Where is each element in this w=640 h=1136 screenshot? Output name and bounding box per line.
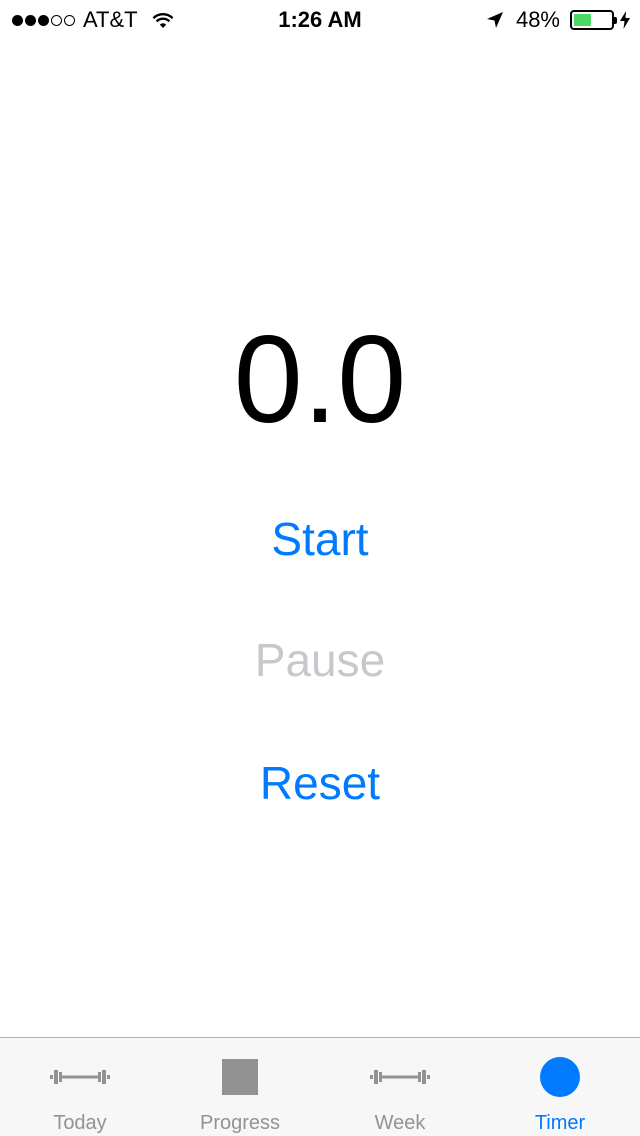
battery-cap — [614, 17, 617, 24]
tab-week[interactable]: Week — [320, 1038, 480, 1136]
battery-percentage: 48% — [515, 7, 560, 32]
tab-label: Progress — [199, 1112, 281, 1134]
tab-bar: Today Progress Week Timer — [0, 1037, 640, 1136]
charging-bolt-icon — [620, 11, 630, 29]
tab-timer[interactable]: Timer — [480, 1038, 640, 1136]
tab-today[interactable]: Today — [0, 1038, 160, 1136]
battery-level-fill — [574, 14, 591, 26]
barbell-icon — [50, 1058, 110, 1096]
status-right: 48% — [486, 8, 630, 32]
tab-label: Week — [374, 1112, 426, 1134]
pause-button[interactable]: Pause — [0, 632, 640, 688]
status-bar: AT&T 1:26 AM 48% — [0, 0, 640, 40]
tab-progress[interactable]: Progress — [160, 1038, 320, 1136]
tab-label: Today — [53, 1112, 107, 1134]
square-icon — [222, 1058, 258, 1096]
reset-button[interactable]: Reset — [0, 755, 640, 811]
start-button[interactable]: Start — [0, 511, 640, 567]
timer-screen: AT&T 1:26 AM 48% 0.0 Start Pause Reset T… — [0, 0, 640, 1136]
tab-label: Timer — [534, 1112, 586, 1134]
timer-display: 0.0 — [233, 311, 407, 449]
barbell-icon — [370, 1058, 430, 1096]
location-arrow-icon — [486, 12, 503, 28]
battery-icon — [570, 10, 617, 30]
circle-icon — [540, 1057, 580, 1097]
